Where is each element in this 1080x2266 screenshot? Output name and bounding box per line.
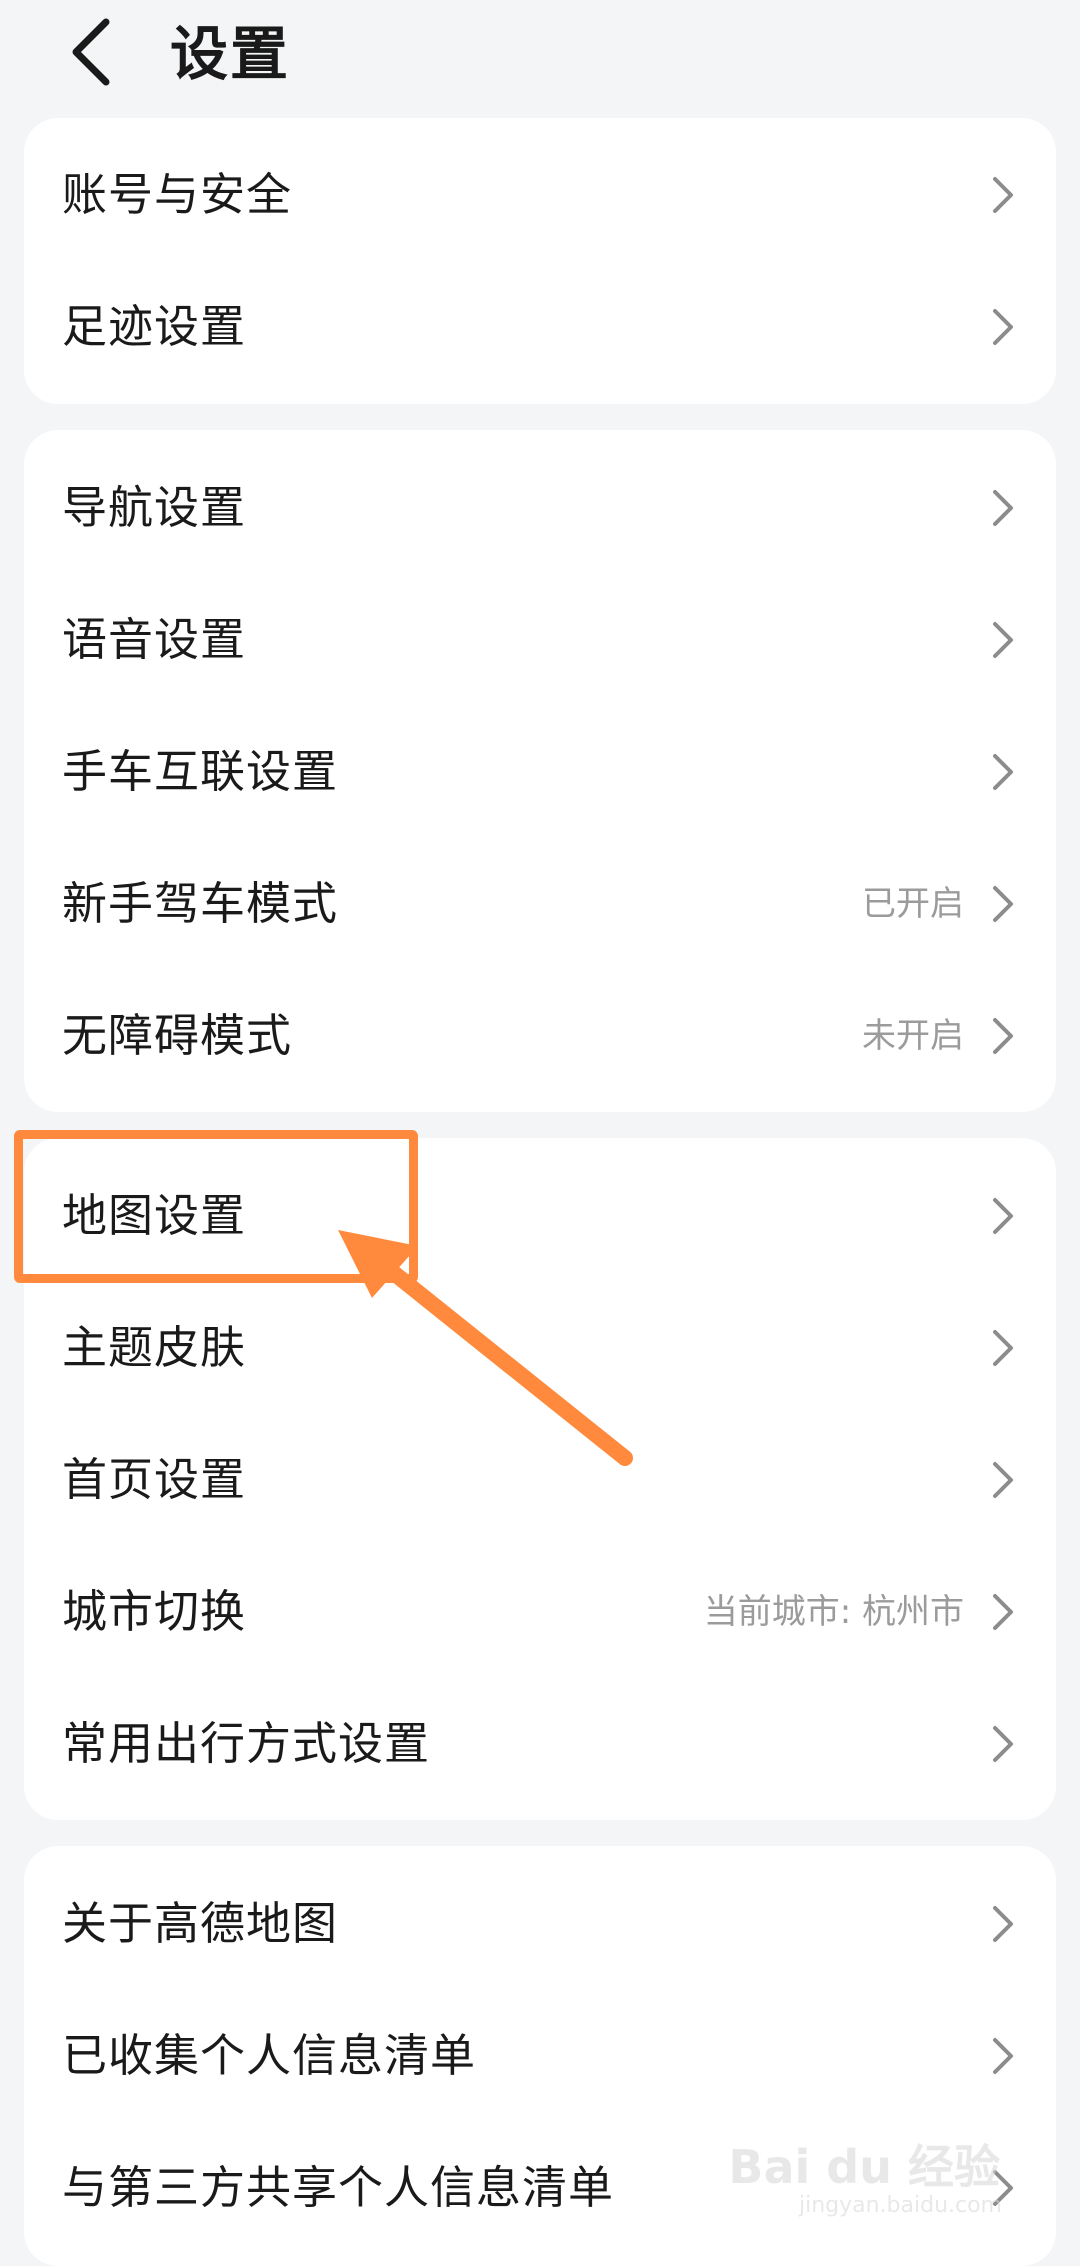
row-label: 与第三方共享个人信息清单 <box>62 2161 615 2214</box>
row-label: 新手驾车模式 <box>62 877 339 930</box>
settings-row-map[interactable]: 地图设置 <box>24 1150 1056 1282</box>
row-label: 导航设置 <box>62 481 247 534</box>
settings-row-voice[interactable]: 语音设置 <box>24 574 1056 706</box>
chevron-right-icon <box>993 754 1013 790</box>
chevron-right-icon <box>993 886 1013 922</box>
row-label: 足迹设置 <box>62 300 247 353</box>
watermark-subtext: jingyan.baidu.com <box>798 2193 1002 2218</box>
row-label: 语音设置 <box>62 613 247 666</box>
row-label: 常用出行方式设置 <box>62 1717 431 1770</box>
row-status-value: 已开启 <box>862 884 964 924</box>
row-status-value: 未开启 <box>862 1016 964 1056</box>
settings-row-accessibility[interactable]: 无障碍模式 未开启 <box>24 970 1056 1102</box>
chevron-right-icon <box>993 1906 1013 1942</box>
settings-row-collected-info[interactable]: 已收集个人信息清单 <box>24 1990 1056 2122</box>
chevron-right-icon <box>993 1726 1013 1762</box>
settings-row-about[interactable]: 关于高德地图 <box>24 1858 1056 1990</box>
chevron-right-icon <box>993 309 1013 345</box>
chevron-right-icon <box>993 1462 1013 1498</box>
settings-row-account-security[interactable]: 账号与安全 <box>24 129 1056 261</box>
watermark-text: Bai du 经验 <box>728 2140 1000 2194</box>
chevron-right-icon <box>993 490 1013 526</box>
chevron-right-icon <box>993 1018 1013 1054</box>
chevron-right-icon <box>993 1330 1013 1366</box>
settings-row-theme-skin[interactable]: 主题皮肤 <box>24 1282 1056 1414</box>
settings-group-navigation: 导航设置 语音设置 手车互联设置 新手驾车模式 已开启 无障碍模式 未开启 <box>24 430 1056 1112</box>
row-label: 已收集个人信息清单 <box>62 2029 477 2082</box>
chevron-right-icon <box>993 1198 1013 1234</box>
chevron-right-icon <box>993 622 1013 658</box>
row-label: 主题皮肤 <box>62 1321 247 1374</box>
header: 设置 <box>0 0 1080 110</box>
settings-row-novice-driving[interactable]: 新手驾车模式 已开启 <box>24 838 1056 970</box>
settings-group-account: 账号与安全 足迹设置 <box>24 118 1056 404</box>
settings-row-home-page[interactable]: 首页设置 <box>24 1414 1056 1546</box>
row-label: 无障碍模式 <box>62 1009 293 1062</box>
row-label: 关于高德地图 <box>62 1897 339 1950</box>
settings-row-city-switch[interactable]: 城市切换 当前城市: 杭州市 <box>24 1546 1056 1678</box>
row-label: 账号与安全 <box>62 168 293 221</box>
row-label: 地图设置 <box>62 1189 247 1242</box>
settings-row-car-connect[interactable]: 手车互联设置 <box>24 706 1056 838</box>
watermark: Bai du 经验 jingyan.baidu.com <box>728 2121 1020 2231</box>
page-title: 设置 <box>170 20 291 88</box>
row-label: 手车互联设置 <box>62 745 339 798</box>
settings-group-map: 地图设置 主题皮肤 首页设置 城市切换 当前城市: 杭州市 常用出行方式设置 <box>24 1138 1056 1820</box>
settings-row-navigation[interactable]: 导航设置 <box>24 442 1056 574</box>
row-label: 城市切换 <box>62 1585 247 1638</box>
settings-row-travel-mode[interactable]: 常用出行方式设置 <box>24 1678 1056 1810</box>
chevron-right-icon <box>993 2038 1013 2074</box>
settings-row-footprint[interactable]: 足迹设置 <box>24 261 1056 393</box>
chevron-right-icon <box>993 177 1013 213</box>
row-status-value: 当前城市: 杭州市 <box>703 1592 964 1632</box>
back-chevron-icon[interactable] <box>58 12 128 92</box>
row-label: 首页设置 <box>62 1453 247 1506</box>
chevron-right-icon <box>993 1594 1013 1630</box>
